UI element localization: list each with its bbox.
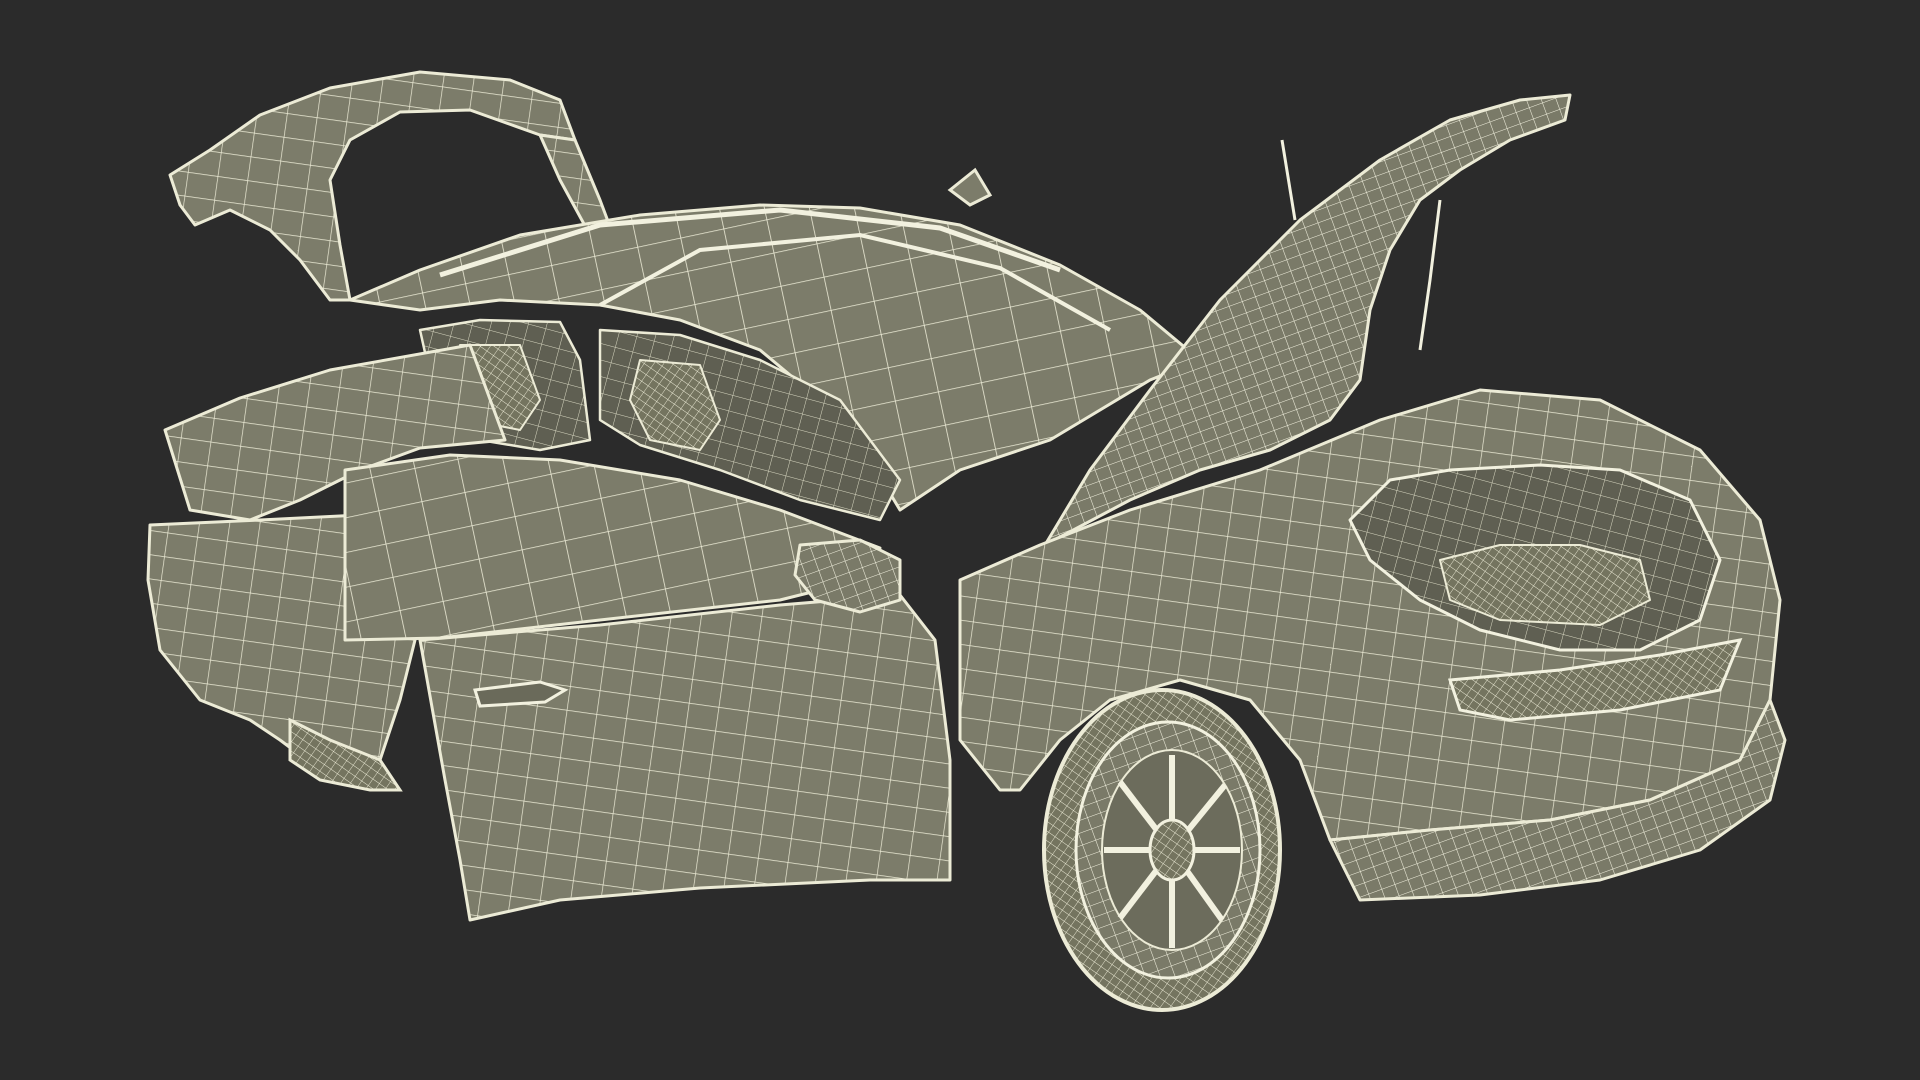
front-wheel (1042, 688, 1282, 1012)
wheel-hub (1148, 818, 1196, 882)
render-viewport (0, 0, 1920, 1080)
antenna (947, 167, 993, 207)
front-door (343, 453, 952, 922)
car-wireframe-render (146, 70, 1787, 1012)
